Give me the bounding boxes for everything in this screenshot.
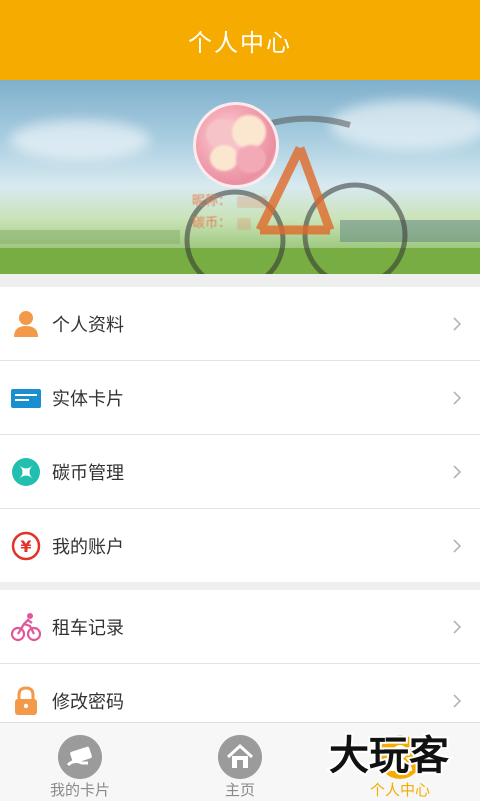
person-icon xyxy=(14,310,38,337)
svg-text:¥: ¥ xyxy=(20,537,31,556)
menu-item-coin-management[interactable]: 碳币管理 xyxy=(0,435,480,509)
menu-item-physical-card[interactable]: 实体卡片 xyxy=(0,361,480,435)
chevron-right-icon xyxy=(453,464,462,479)
yen-icon: ¥ xyxy=(11,531,41,560)
menu-group-2: 租车记录 修改密码 xyxy=(0,590,480,737)
cyclist-icon xyxy=(11,612,41,641)
card-hand-icon xyxy=(58,735,102,779)
nickname-label: 昵称： xyxy=(192,194,232,209)
tab-label: 主页 xyxy=(224,781,255,799)
menu-item-label: 租车记录 xyxy=(52,617,124,639)
tab-my-cards[interactable]: 我的卡片 xyxy=(0,723,160,801)
coins-label: 碳币： xyxy=(192,216,232,231)
menu-item-rental-records[interactable]: 租车记录 xyxy=(0,590,480,664)
menu-item-profile[interactable]: 个人资料 xyxy=(0,287,480,361)
chevron-right-icon xyxy=(453,693,462,708)
menu-item-label: 碳币管理 xyxy=(52,462,124,484)
watermark-logo: 大玩客 xyxy=(327,731,451,781)
menu-item-label: 实体卡片 xyxy=(52,388,124,410)
chevron-right-icon xyxy=(453,538,462,553)
chevron-right-icon xyxy=(453,390,462,405)
page-title: 个人中心 xyxy=(188,28,292,57)
coins-row: 碳币： xyxy=(192,213,267,235)
nickname-row: 昵称： xyxy=(192,191,268,213)
home-icon xyxy=(218,735,262,779)
card-icon xyxy=(11,388,41,408)
profile-banner: 昵称： 碳币： xyxy=(0,80,480,274)
menu-item-label: 我的账户 xyxy=(52,536,124,558)
menu-item-label: 修改密码 xyxy=(52,691,124,713)
chevron-right-icon xyxy=(453,619,462,634)
menu-item-label: 个人资料 xyxy=(52,314,124,336)
menu-group-1: 个人资料 实体卡片 碳币管理 ¥ 我的账户 xyxy=(0,287,480,582)
watermark-text: 大玩客 xyxy=(329,733,449,779)
user-avatar[interactable] xyxy=(193,102,279,188)
lock-icon xyxy=(15,685,37,715)
tab-label: 我的卡片 xyxy=(49,781,110,799)
coin-icon xyxy=(12,457,40,486)
tab-home[interactable]: 主页 xyxy=(160,723,320,801)
app-header: 个人中心 xyxy=(0,0,480,80)
profile-info: 昵称： 碳币： xyxy=(192,191,268,235)
menu-item-my-account[interactable]: ¥ 我的账户 xyxy=(0,509,480,582)
chevron-right-icon xyxy=(453,316,462,331)
